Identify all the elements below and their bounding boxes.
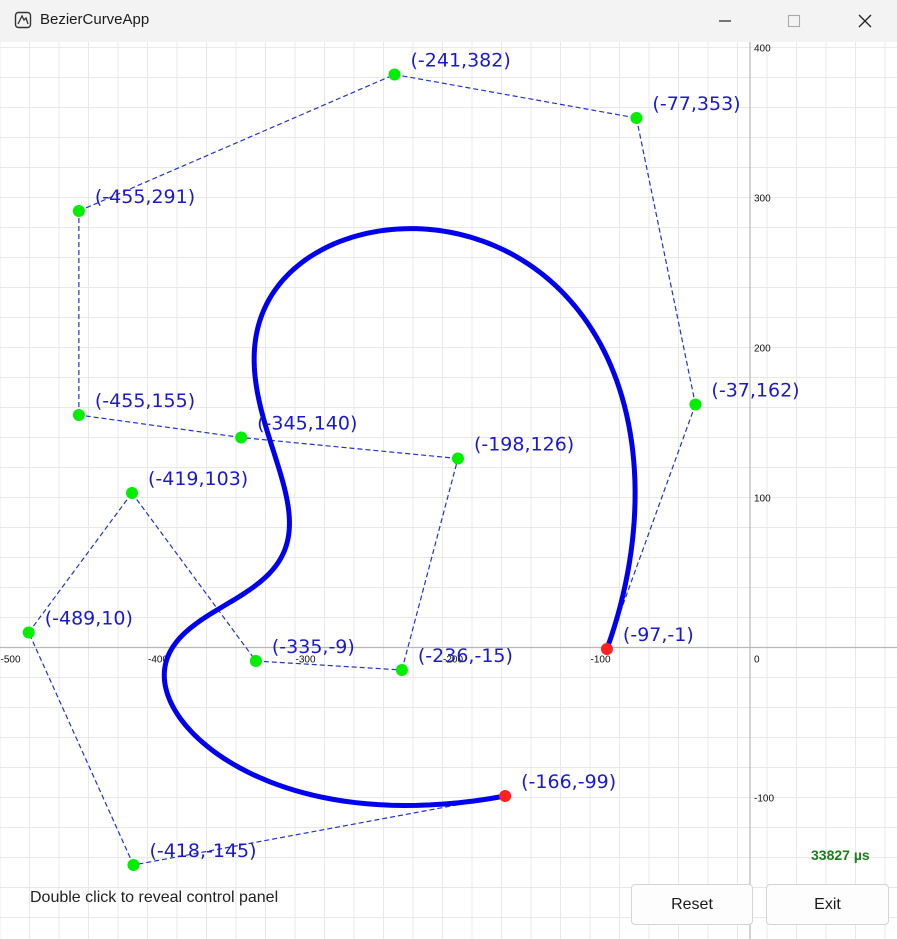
window-title: BezierCurveApp <box>40 11 150 28</box>
hint-text: Double click to reveal control panel <box>30 889 279 906</box>
control-point-label: (-335,-9) <box>272 636 355 658</box>
control-point-label: (-241,382) <box>411 50 511 72</box>
control-point-label: (-198,126) <box>474 434 574 456</box>
minimize-button[interactable] <box>702 0 748 42</box>
control-point-handle[interactable] <box>395 664 408 676</box>
control-point-label: (-489,10) <box>45 608 133 630</box>
control-point-label: (-37,162) <box>711 380 799 402</box>
control-polygon-segment <box>255 660 402 671</box>
control-point-handle[interactable] <box>72 409 85 421</box>
render-time-label: 33827 µs <box>811 847 870 863</box>
y-tick-label: 400 <box>754 44 771 55</box>
control-polygon-segment <box>78 414 242 439</box>
control-polygon-segment <box>635 117 697 405</box>
control-polygon-segment <box>401 458 459 671</box>
control-point-handle[interactable] <box>22 626 35 639</box>
control-point-handle[interactable] <box>72 205 85 217</box>
reset-button[interactable]: Reset <box>631 884 753 925</box>
control-point-label: (-345,140) <box>257 413 357 435</box>
y-tick-label: 300 <box>754 194 771 205</box>
x-tick-label: 0 <box>754 655 760 666</box>
y-tick-label: -100 <box>754 794 774 805</box>
exit-button[interactable]: Exit <box>766 884 889 925</box>
control-point-handle[interactable] <box>249 655 262 667</box>
x-tick-label: -100 <box>591 655 611 666</box>
control-point-label: (-419,103) <box>148 468 248 490</box>
control-point-label: (-455,155) <box>95 390 195 412</box>
control-point-handle[interactable] <box>630 112 643 124</box>
bezier-canvas[interactable]: -500 -400 -300 -200 -100 0-100100200300400 (-… <box>0 42 897 939</box>
app-icon <box>14 11 32 29</box>
maximize-button[interactable] <box>771 0 817 42</box>
endpoint-handle[interactable] <box>499 790 512 802</box>
y-tick-label: 100 <box>754 494 771 505</box>
control-point-handle[interactable] <box>388 68 401 81</box>
bezier-curve <box>161 226 638 809</box>
maximize-icon <box>787 14 801 28</box>
endpoint-handle[interactable] <box>600 643 613 655</box>
minimize-icon <box>719 20 731 22</box>
control-point-handle[interactable] <box>235 431 248 444</box>
control-point-label: (-77,353) <box>652 93 740 115</box>
control-point-label: (-455,291) <box>95 186 195 208</box>
control-point-label: (-418,-145) <box>149 840 256 862</box>
control-point-label: (-236,-15) <box>418 645 513 667</box>
control-point-handle[interactable] <box>125 487 138 499</box>
title-bar: BezierCurveApp <box>0 0 897 42</box>
close-button[interactable] <box>842 0 888 42</box>
control-point-label: (-97,-1) <box>623 624 694 646</box>
control-point-label: (-166,-99) <box>521 771 616 793</box>
close-icon <box>858 14 872 28</box>
control-point-handle[interactable] <box>127 859 140 871</box>
x-tick-label: -500 <box>1 655 21 666</box>
control-point-handle[interactable] <box>689 398 702 411</box>
y-tick-label: 200 <box>754 344 771 355</box>
control-polygon-segment <box>394 73 637 119</box>
control-point-handle[interactable] <box>451 452 464 465</box>
control-polygon-segment <box>131 492 257 662</box>
